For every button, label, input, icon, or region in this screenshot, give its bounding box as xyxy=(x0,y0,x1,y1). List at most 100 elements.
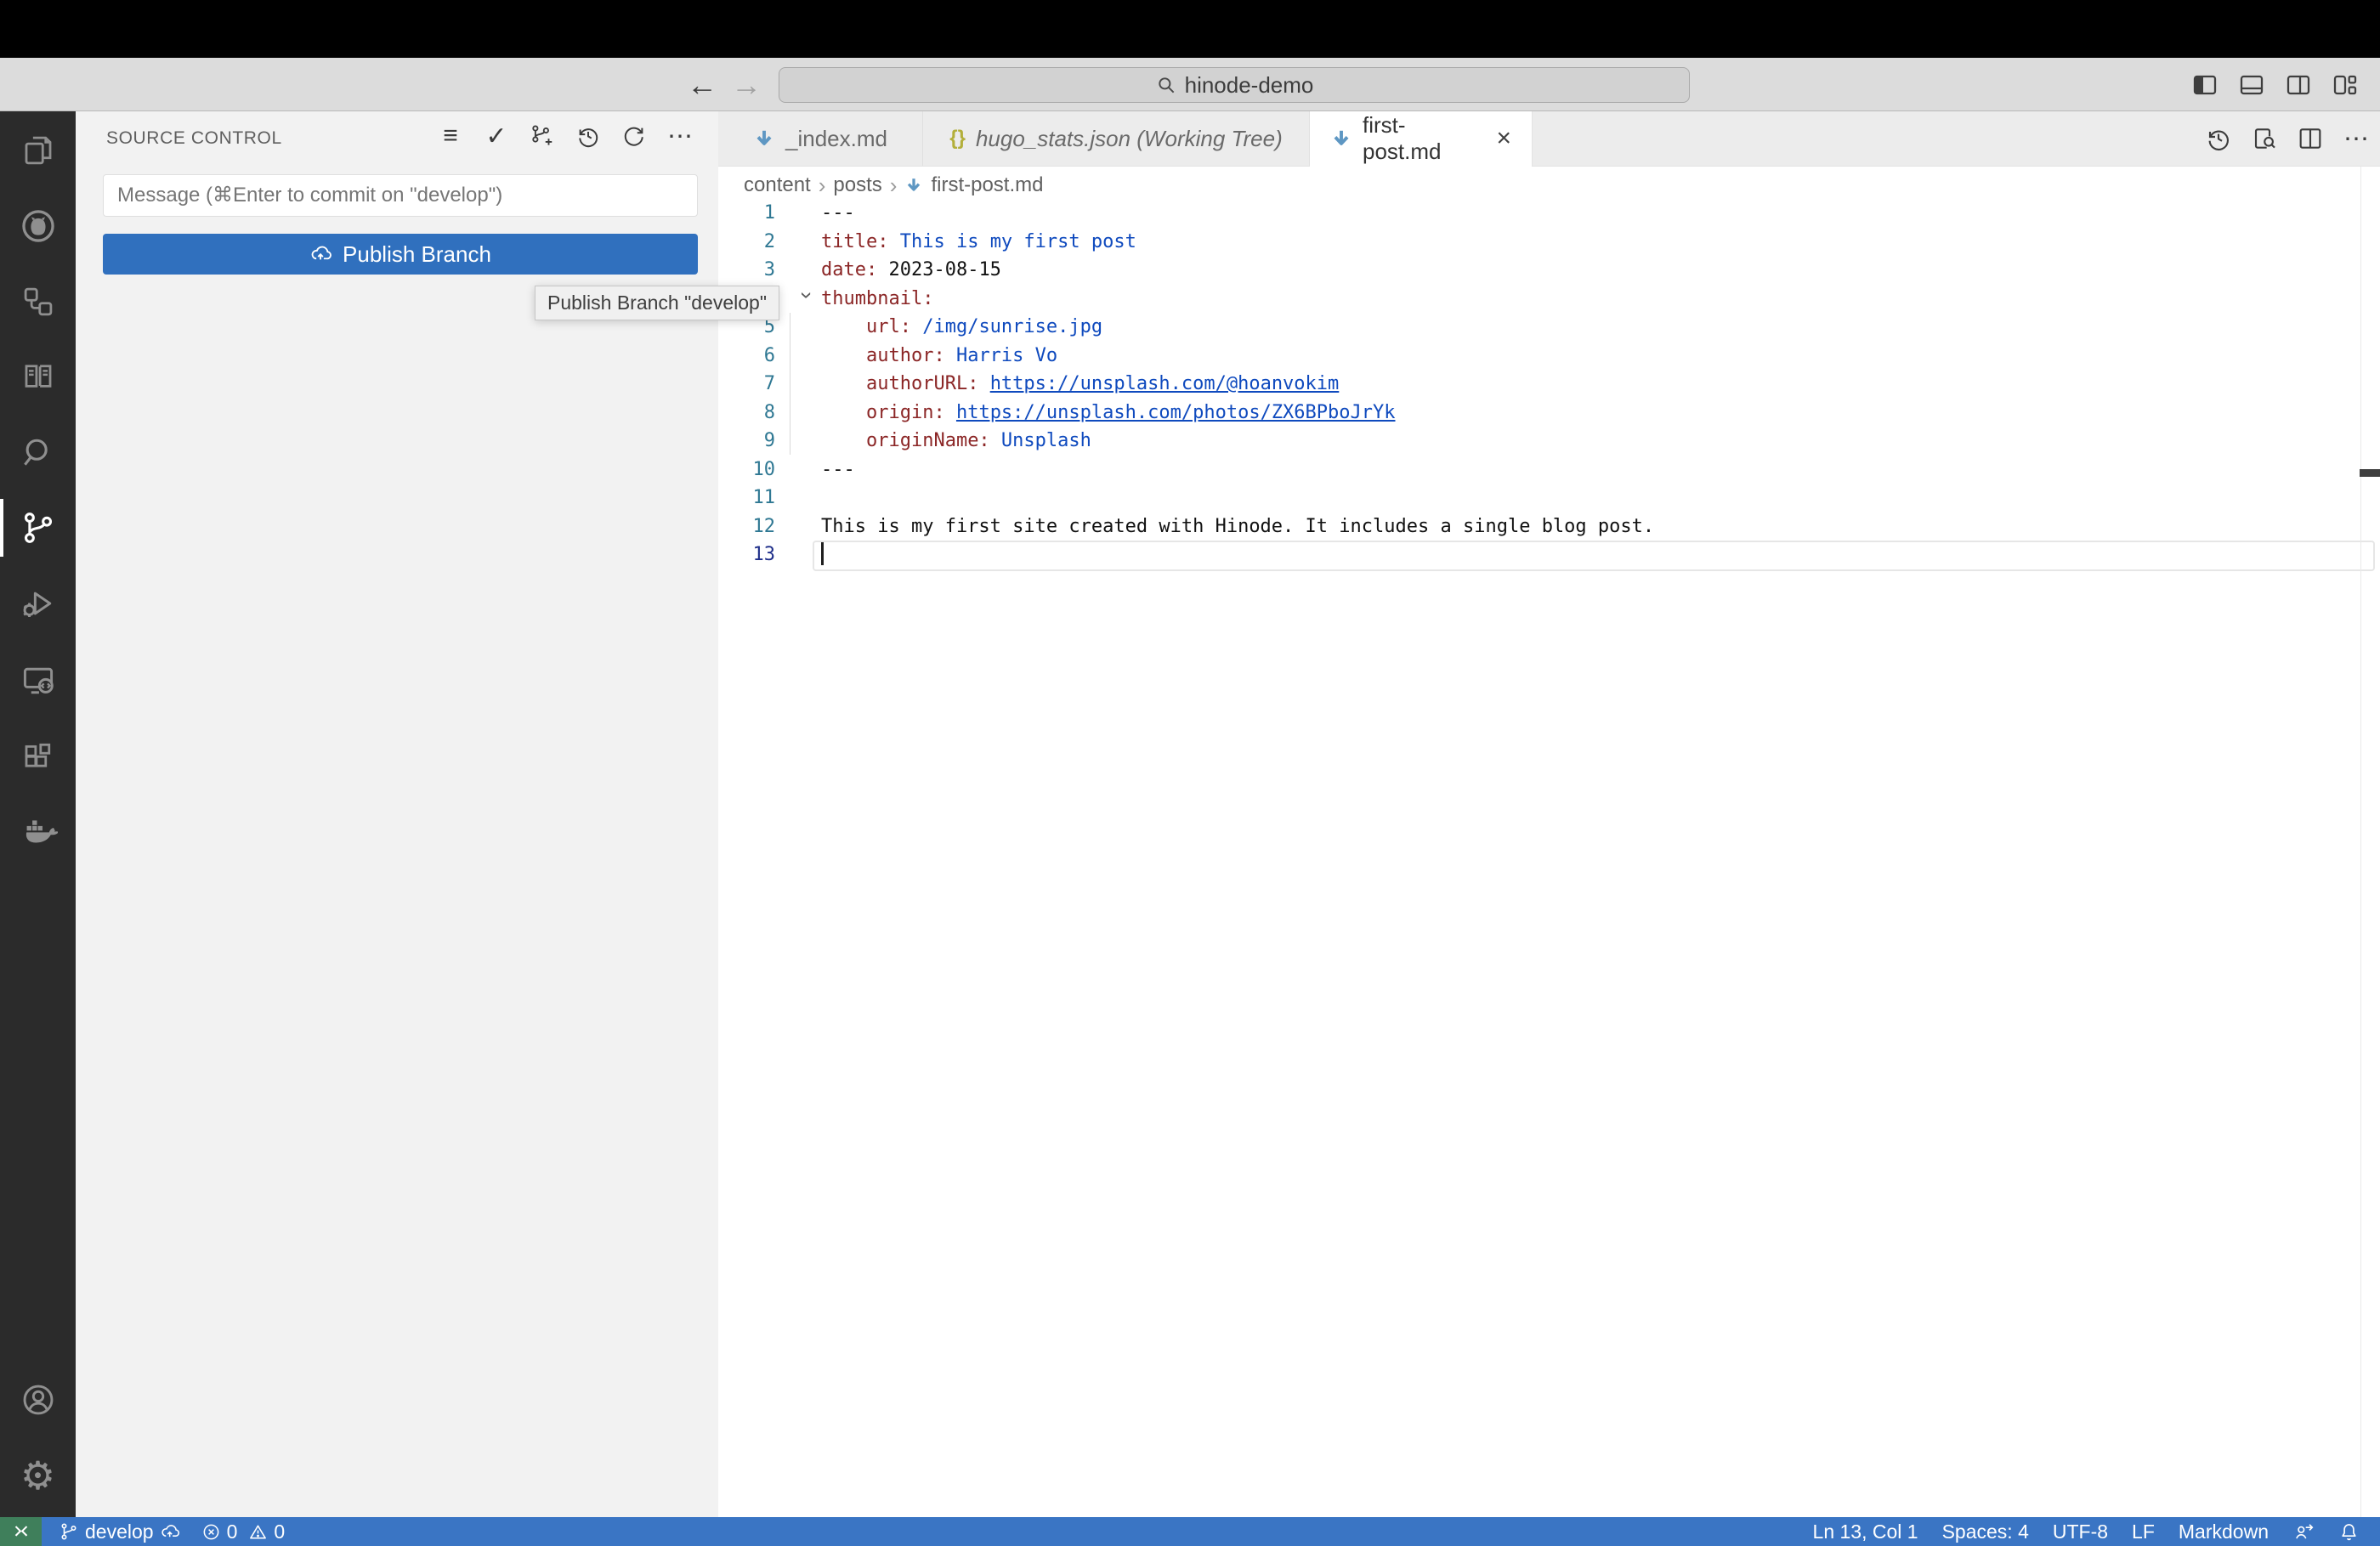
eol-item[interactable]: LF xyxy=(2123,1517,2163,1546)
publish-branch-button[interactable]: Publish Branch xyxy=(103,234,698,275)
forward-button[interactable]: → xyxy=(728,58,765,111)
line-number: 10 xyxy=(752,458,776,480)
docs-book-icon[interactable] xyxy=(0,343,76,411)
search-icon xyxy=(1155,74,1177,96)
code-line[interactable]: author: Harris Vo xyxy=(821,342,1654,371)
split-editor-icon[interactable] xyxy=(2295,123,2326,154)
tab-index-md[interactable]: _index.md xyxy=(718,111,923,166)
overview-ruler-mark xyxy=(2360,469,2380,477)
tab-hugo-stats-json[interactable]: {} hugo_stats.json (Working Tree) xyxy=(923,111,1310,166)
git-branch-icon xyxy=(59,1521,79,1542)
json-file-icon: {} xyxy=(949,127,966,150)
code-line[interactable]: --- xyxy=(821,199,1654,228)
search-view-icon[interactable] xyxy=(0,418,76,486)
code-line[interactable] xyxy=(821,541,1654,569)
line-number: 8 xyxy=(763,401,775,423)
code-line[interactable]: origin: https://unsplash.com/photos/ZX6B… xyxy=(821,399,1654,428)
error-icon xyxy=(201,1522,221,1542)
branch-status-item[interactable]: develop xyxy=(48,1517,191,1546)
history-icon[interactable] xyxy=(574,122,603,150)
status-bar: develop 0 0 Ln 13, Col 1 Spaces: 4 UTF-8… xyxy=(0,1517,2380,1546)
code-segment: origin: xyxy=(865,401,945,423)
open-preview-icon[interactable] xyxy=(2249,123,2280,154)
overview-ruler[interactable] xyxy=(2360,167,2361,1517)
code-segment: --- xyxy=(821,458,855,480)
toggle-panel-icon[interactable] xyxy=(2237,71,2266,99)
run-debug-icon[interactable] xyxy=(0,569,76,637)
view-as-list-icon[interactable]: ≡ xyxy=(436,122,465,150)
warning-count: 0 xyxy=(274,1520,286,1543)
line-number: 12 xyxy=(752,515,776,537)
publish-branch-tooltip: Publish Branch "develop" xyxy=(535,286,779,320)
chevron-right-icon: › xyxy=(889,172,898,198)
activity-bar: ⚙ xyxy=(0,111,76,1517)
code-segment: 2023-08-15 xyxy=(877,259,1001,280)
code-segment: /img/sunrise.jpg xyxy=(910,316,1103,337)
indentation-item[interactable]: Spaces: 4 xyxy=(1934,1517,2037,1546)
publish-branch-label: Publish Branch xyxy=(343,241,491,267)
toggle-primary-sidebar-icon[interactable] xyxy=(2190,71,2219,99)
code-line[interactable]: --- xyxy=(821,456,1654,484)
feedback-icon[interactable] xyxy=(2284,1517,2323,1546)
text-cursor xyxy=(821,541,824,565)
code-line[interactable]: originName: Unsplash xyxy=(821,427,1654,456)
line-number: 9 xyxy=(763,430,775,451)
remote-explorer-icon[interactable] xyxy=(0,647,76,715)
code-content[interactable]: --- title: This is my first post date: 202… xyxy=(821,199,1654,569)
publish-cloud-icon xyxy=(160,1521,181,1543)
extensions-icon[interactable] xyxy=(0,724,76,792)
notifications-bell-icon[interactable] xyxy=(2330,1517,2368,1546)
line-number: 3 xyxy=(763,259,775,280)
editor-group: _index.md {} hugo_stats.json (Working Tr… xyxy=(718,111,2380,1517)
code-line[interactable] xyxy=(821,484,1654,513)
breadcrumb-item-posts[interactable]: posts xyxy=(833,173,881,197)
commit-message-input[interactable] xyxy=(103,174,698,217)
line-number: 6 xyxy=(763,344,775,366)
cloud-upload-icon xyxy=(309,242,333,266)
account-icon[interactable] xyxy=(0,1366,76,1434)
code-line[interactable]: url: /img/sunrise.jpg xyxy=(821,313,1654,342)
breadcrumb-item-content[interactable]: content xyxy=(744,173,811,197)
explorer-icon[interactable] xyxy=(0,116,76,184)
error-count: 0 xyxy=(226,1520,238,1543)
github-icon[interactable] xyxy=(0,192,76,260)
code-line[interactable]: This is my first site created with Hinod… xyxy=(821,513,1654,541)
code-line[interactable]: title: This is my first post xyxy=(821,228,1654,257)
hierarchy-icon[interactable] xyxy=(0,268,76,336)
panel-title: SOURCE CONTROL xyxy=(106,128,282,148)
customize-layout-icon[interactable] xyxy=(2331,71,2360,99)
source-control-panel: SOURCE CONTROL ≡ ✓ ⋯ Message (⌘Enter to … xyxy=(76,111,718,1517)
refresh-icon[interactable] xyxy=(620,122,649,150)
code-segment: authorURL: xyxy=(865,373,979,394)
command-center-search[interactable]: hinode-demo xyxy=(779,67,1690,103)
docker-icon[interactable] xyxy=(0,798,76,866)
remote-indicator[interactable] xyxy=(0,1517,42,1546)
more-editor-actions-icon[interactable]: ⋯ xyxy=(2341,123,2372,154)
tab-first-post-md[interactable]: first-post.md × xyxy=(1310,111,1533,167)
more-actions-icon[interactable]: ⋯ xyxy=(666,122,694,150)
code-line[interactable]: authorURL: https://unsplash.com/@hoanvok… xyxy=(821,370,1654,399)
source-control-view-icon[interactable] xyxy=(0,494,76,562)
back-button[interactable]: ← xyxy=(683,58,721,111)
line-number: 11 xyxy=(752,487,776,508)
timeline-history-icon[interactable] xyxy=(2203,123,2234,154)
problems-status-item[interactable]: 0 0 xyxy=(191,1517,296,1546)
breadcrumb-item-file[interactable]: first-post.md xyxy=(931,173,1043,197)
chevron-right-icon: › xyxy=(818,172,826,198)
fold-chevron-icon[interactable]: › xyxy=(794,281,819,310)
code-line[interactable]: thumbnail: xyxy=(821,285,1654,314)
cursor-position-item[interactable]: Ln 13, Col 1 xyxy=(1805,1517,1927,1546)
close-tab-icon[interactable]: × xyxy=(1496,124,1511,153)
code-line[interactable]: date: 2023-08-15 xyxy=(821,256,1654,285)
code-segment: url: xyxy=(865,316,911,337)
language-mode-item[interactable]: Markdown xyxy=(2170,1517,2277,1546)
toggle-secondary-sidebar-icon[interactable] xyxy=(2284,71,2313,99)
commit-check-icon[interactable]: ✓ xyxy=(482,122,511,150)
branch-plus-icon[interactable] xyxy=(528,122,557,150)
markdown-file-icon xyxy=(753,127,775,150)
tab-bar: _index.md {} hugo_stats.json (Working Tr… xyxy=(718,111,2380,167)
tab-label: first-post.md xyxy=(1363,112,1442,164)
settings-gear-icon[interactable]: ⚙ xyxy=(0,1441,76,1509)
encoding-item[interactable]: UTF-8 xyxy=(2044,1517,2116,1546)
